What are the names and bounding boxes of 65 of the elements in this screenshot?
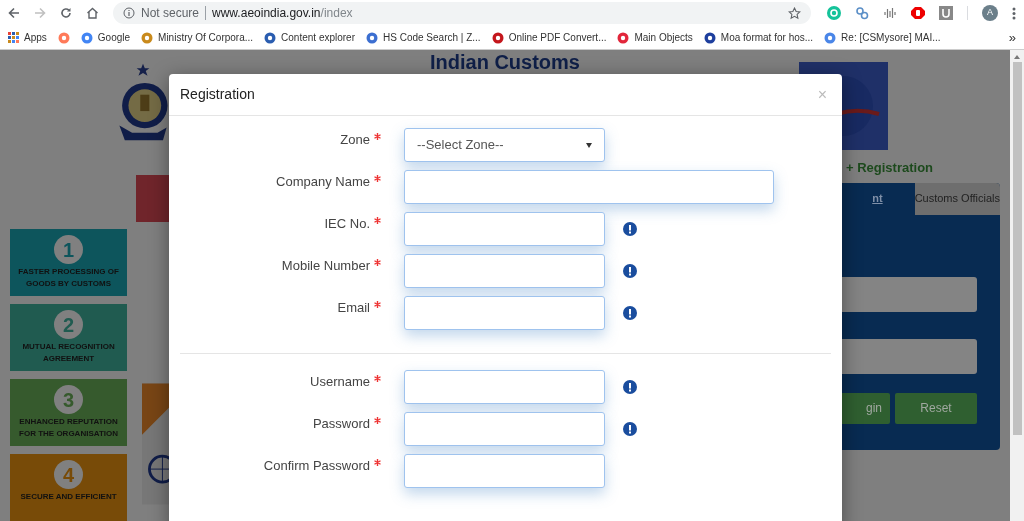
site-favicon-icon bbox=[80, 31, 93, 44]
site-favicon-icon bbox=[141, 31, 154, 44]
number-badge: 3 bbox=[54, 385, 84, 414]
bookmark-item[interactable]: Moa format for hos... bbox=[703, 30, 814, 45]
bookmark-item[interactable]: HS Code Search | Z... bbox=[366, 30, 481, 45]
address-bar[interactable]: Not secure www.aeoindia.gov.in/index bbox=[113, 2, 811, 24]
input-field[interactable] bbox=[404, 454, 605, 488]
site-favicon-icon bbox=[491, 31, 504, 44]
bookmark-item[interactable]: Google bbox=[80, 30, 131, 45]
input-field[interactable] bbox=[404, 170, 774, 204]
input-field[interactable] bbox=[404, 296, 605, 330]
bookmark-item[interactable]: Online PDF Convert... bbox=[491, 30, 607, 45]
registration-heading: + Registration bbox=[846, 159, 935, 177]
site-favicon-icon bbox=[57, 31, 70, 44]
dropdown-caret-icon bbox=[586, 142, 592, 148]
field-label: Company Name bbox=[276, 173, 370, 191]
site-favicon-icon bbox=[366, 31, 378, 44]
scroll-up-icon[interactable] bbox=[1014, 55, 1020, 59]
bookmark-item[interactable]: Main Objects bbox=[617, 30, 693, 45]
field-label: IEC No. bbox=[324, 215, 370, 233]
menu-icon[interactable] bbox=[1012, 6, 1016, 20]
bookmark-item[interactable]: Content explorer bbox=[264, 30, 355, 45]
benefit-label: FASTER PROCESSING OF GOODS BY CUSTOMS bbox=[17, 266, 120, 290]
site-favicon-icon bbox=[824, 31, 837, 44]
input-field[interactable] bbox=[404, 412, 605, 446]
site-favicon-icon bbox=[264, 31, 277, 44]
input-field[interactable] bbox=[404, 212, 605, 246]
grammar-extension-icon[interactable] bbox=[827, 6, 841, 20]
bookmark-item[interactable]: Ministry Of Corpora... bbox=[141, 30, 254, 45]
input-field[interactable] bbox=[404, 254, 605, 288]
profile-avatar[interactable]: A bbox=[982, 5, 998, 21]
link-extension-icon[interactable] bbox=[855, 6, 869, 20]
scroll-thumb[interactable] bbox=[1012, 62, 1022, 435]
zone-select[interactable]: --Select Zone-- bbox=[404, 128, 605, 162]
page-heading: Indian Customs bbox=[430, 51, 580, 73]
more-bookmarks[interactable]: » bbox=[1008, 27, 1016, 48]
home-icon[interactable] bbox=[86, 7, 99, 19]
bookmark-item[interactable]: Apps bbox=[8, 30, 47, 45]
security-label: Not secure bbox=[141, 5, 200, 22]
site-favicon-icon bbox=[617, 31, 630, 44]
dialog-title: Registration bbox=[180, 85, 255, 104]
forward-icon[interactable] bbox=[34, 7, 46, 19]
info-icon bbox=[123, 7, 135, 19]
field-label: Confirm Password bbox=[263, 457, 370, 475]
field-label: Zone bbox=[340, 131, 370, 149]
waveform-extension-icon[interactable] bbox=[883, 6, 897, 20]
back-icon[interactable] bbox=[8, 7, 20, 19]
number-badge: 1 bbox=[54, 235, 84, 264]
site-favicon-icon bbox=[703, 31, 716, 44]
field-label: Password bbox=[312, 415, 370, 433]
field-label: Username bbox=[310, 373, 370, 391]
benefit-label: MUTUAL RECOGNITION AGREEMENT bbox=[21, 341, 116, 365]
input-field[interactable] bbox=[404, 370, 605, 404]
bookmark-item[interactable]: Re: [CSMysore] MAI... bbox=[824, 30, 941, 45]
field-label: Mobile Number bbox=[281, 257, 370, 275]
reload-icon[interactable] bbox=[60, 7, 72, 19]
benefit-label: SECURE AND EFFICIENT bbox=[19, 491, 118, 503]
url-text: www.aeoindia.gov.in/index bbox=[212, 5, 353, 22]
number-badge: 2 bbox=[54, 310, 84, 339]
apps-grid-icon bbox=[8, 32, 19, 43]
field-label: Email bbox=[337, 299, 370, 317]
bookmark-item[interactable] bbox=[57, 31, 70, 44]
star-icon[interactable] bbox=[788, 6, 801, 20]
number-badge: 4 bbox=[54, 460, 84, 489]
benefit-label: ENHANCED REPUTATION FOR THE ORGANISATION bbox=[18, 416, 120, 440]
